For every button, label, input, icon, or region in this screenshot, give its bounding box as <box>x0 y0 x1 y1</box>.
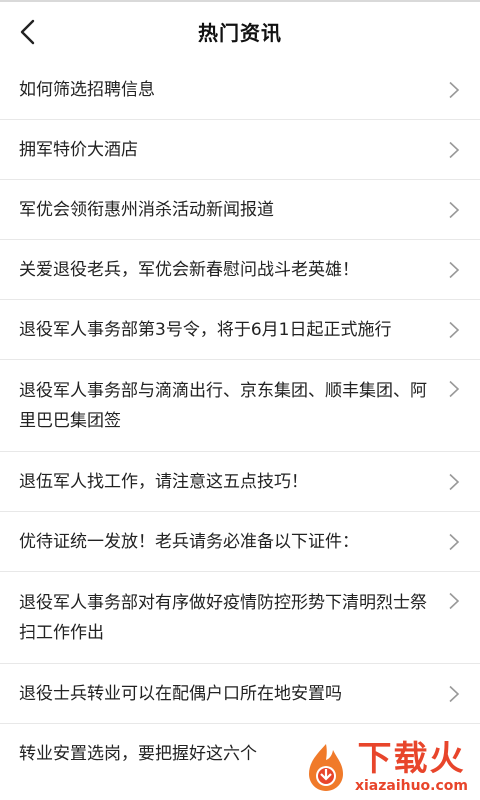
list-item[interactable]: 关爱退役老兵，军优会新春慰问战斗老英雄！ <box>0 240 480 300</box>
list-item[interactable]: 退役军人事务部对有序做好疫情防控形势下清明烈士祭扫工作作出 <box>0 572 480 664</box>
watermark-url: xiazaihuo.com <box>354 778 468 794</box>
chevron-right-icon <box>448 380 460 398</box>
list-item[interactable]: 退伍军人找工作，请注意这五点技巧！ <box>0 452 480 512</box>
header: 热门资讯 <box>0 2 480 60</box>
list-item[interactable]: 拥军特价大酒店 <box>0 120 480 180</box>
chevron-right-icon <box>448 201 460 219</box>
chevron-right-icon <box>448 592 460 610</box>
list-item[interactable]: 退役士兵转业可以在配偶户口所在地安置吗 <box>0 664 480 724</box>
news-title: 退役军人事务部第3号令，将于6月1日起正式施行 <box>19 319 392 340</box>
list-item[interactable]: 退役军人事务部与滴滴出行、京东集团、顺丰集团、阿里巴巴集团签 <box>0 360 480 452</box>
chevron-right-icon <box>448 81 460 99</box>
watermark-logo: 下载火 xiazaihuo.com <box>296 738 472 794</box>
news-title: 退役军人事务部与滴滴出行、京东集团、顺丰集团、阿里巴巴集团签 <box>19 380 427 431</box>
list-item[interactable]: 军优会领衔惠州消杀活动新闻报道 <box>0 180 480 240</box>
chevron-right-icon <box>448 533 460 551</box>
list-item[interactable]: 优待证统一发放！老兵请务必准备以下证件： <box>0 512 480 572</box>
flame-logo-icon <box>308 744 343 791</box>
chevron-right-icon <box>448 321 460 339</box>
news-title: 退役军人事务部对有序做好疫情防控形势下清明烈士祭扫工作作出 <box>19 592 427 643</box>
chevron-right-icon <box>448 685 460 703</box>
chevron-right-icon <box>448 141 460 159</box>
news-title: 如何筛选招聘信息 <box>19 79 155 100</box>
list-item[interactable]: 退役军人事务部第3号令，将于6月1日起正式施行 <box>0 300 480 360</box>
news-title: 军优会领衔惠州消杀活动新闻报道 <box>19 199 274 220</box>
news-title: 拥军特价大酒店 <box>19 139 138 160</box>
page-title: 热门资讯 <box>198 20 282 45</box>
watermark-brand: 下载火 <box>357 739 466 779</box>
list-item[interactable]: 如何筛选招聘信息 <box>0 60 480 120</box>
chevron-right-icon <box>448 261 460 279</box>
back-button[interactable] <box>10 10 44 54</box>
chevron-left-icon <box>20 19 35 45</box>
news-title: 退伍军人找工作，请注意这五点技巧！ <box>19 471 308 492</box>
news-title: 关爱退役老兵，军优会新春慰问战斗老英雄！ <box>19 259 359 280</box>
news-list: 如何筛选招聘信息 拥军特价大酒店 军优会领衔惠州消杀活动新闻报道 关爱退役老兵，… <box>0 60 480 784</box>
chevron-right-icon <box>448 473 460 491</box>
news-title: 优待证统一发放！老兵请务必准备以下证件： <box>19 531 359 552</box>
news-title: 退役士兵转业可以在配偶户口所在地安置吗 <box>19 683 342 704</box>
